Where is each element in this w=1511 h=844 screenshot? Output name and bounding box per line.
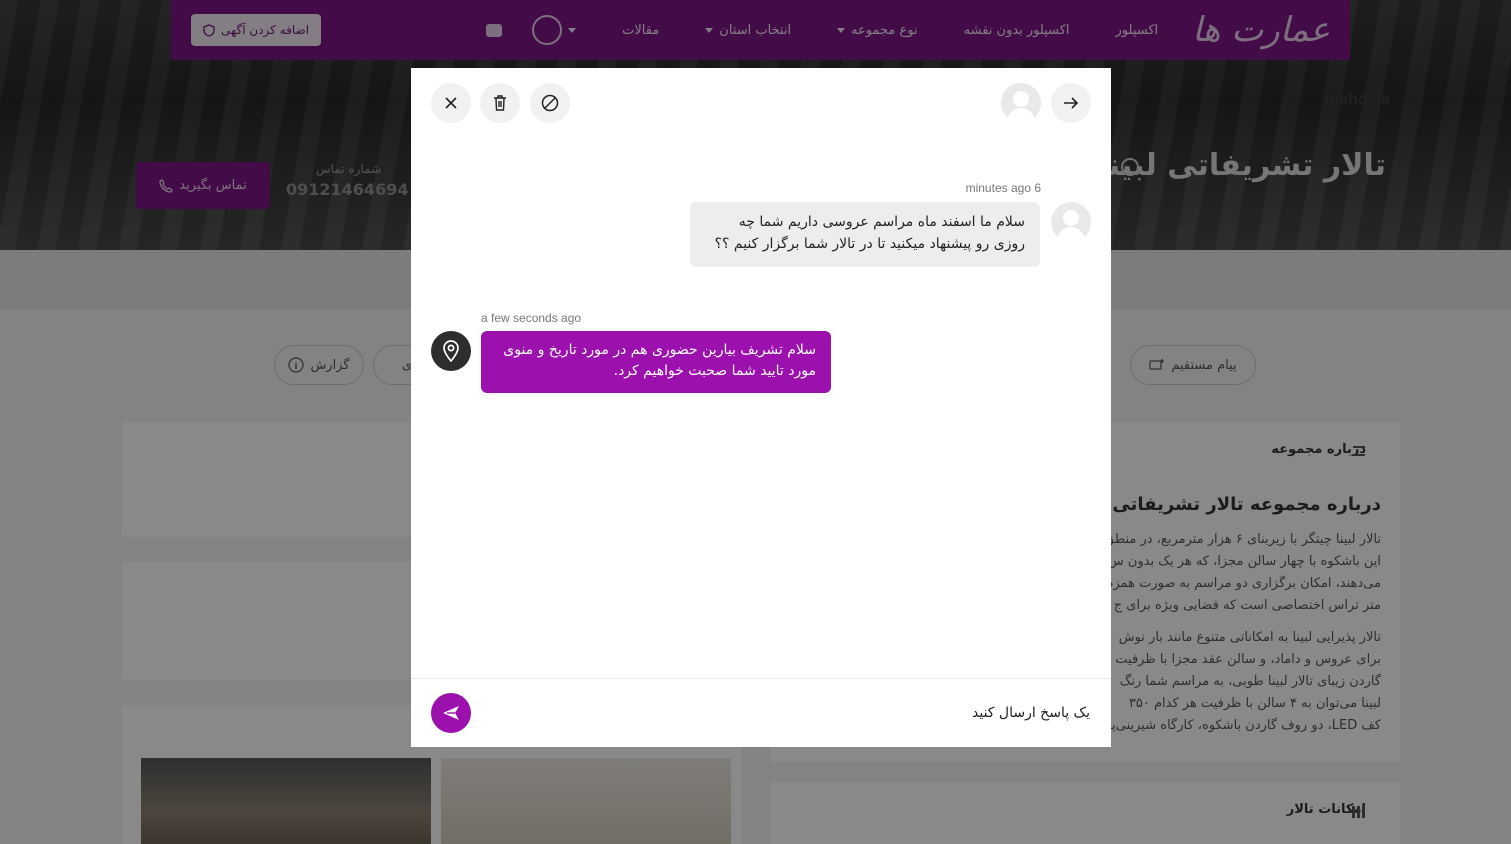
chat-modal (411, 68, 1111, 747)
send-button[interactable] (431, 693, 471, 733)
send-icon (443, 706, 459, 720)
arrow-right-icon (1064, 97, 1079, 109)
composer-divider (411, 678, 1111, 679)
avatar-body (1057, 227, 1085, 242)
chat-username: mehdi.ja (1325, 91, 1390, 108)
venue-avatar (431, 331, 471, 371)
delete-button[interactable] (480, 83, 520, 123)
message-time: a few seconds ago (481, 311, 582, 325)
back-button[interactable] (1051, 83, 1091, 123)
avatar-head (1013, 91, 1029, 107)
message-time: 6 minutes ago (965, 181, 1041, 195)
outgoing-message: سلام تشریف بیارین حضوری هم در مورد تاریخ… (481, 331, 831, 393)
close-icon (445, 97, 457, 109)
close-button[interactable] (431, 83, 471, 123)
avatar-head (1063, 210, 1079, 226)
location-pin-icon (443, 340, 459, 362)
incoming-message: سلام ما اسفند ماه مراسم عروسی داریم شما … (690, 202, 1040, 267)
reply-input[interactable] (500, 700, 1090, 726)
trash-icon (494, 95, 506, 111)
block-button[interactable] (530, 83, 570, 123)
chat-user-avatar (1001, 83, 1041, 123)
avatar-body (1007, 108, 1035, 123)
sender-avatar (1051, 202, 1091, 242)
block-icon (541, 94, 559, 112)
